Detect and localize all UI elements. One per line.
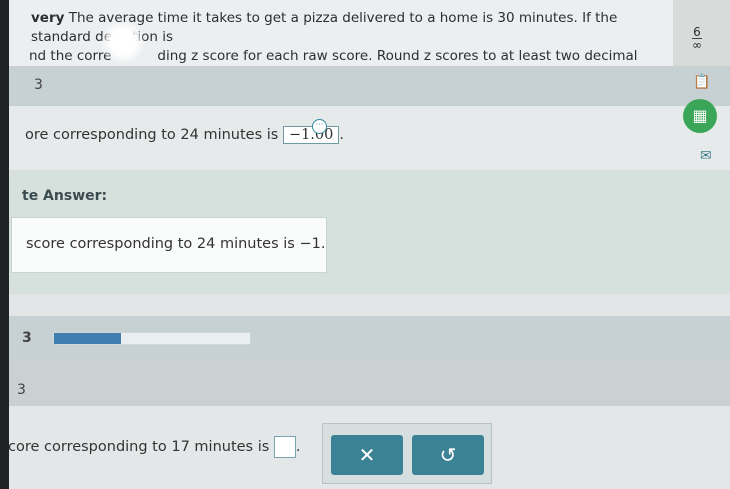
undo-button[interactable]: ↺	[412, 435, 484, 475]
complete-answer-title: te Answer:	[22, 188, 108, 204]
mail-icon[interactable]: ✉	[700, 148, 712, 164]
notes-icon[interactable]: 📋	[693, 74, 710, 90]
spacer-band	[9, 294, 730, 316]
part-a-period: .	[339, 127, 344, 143]
part-c-prefix: core corresponding to 17 minutes is	[8, 439, 270, 455]
part-a-prefix: ore corresponding to 24 minutes is	[25, 127, 279, 143]
question-lead: very	[31, 10, 65, 26]
clear-button[interactable]: ✕	[331, 435, 403, 475]
complete-answer-text: score corresponding to 24 minutes is −1.	[26, 236, 326, 252]
part-header-1	[9, 66, 730, 106]
progress-bar	[53, 332, 251, 345]
question-text-2a: nd the corre	[29, 48, 112, 64]
part-header-3	[9, 356, 730, 406]
screen-glare	[100, 22, 146, 62]
part-label-1: 3	[34, 77, 43, 93]
calculator-icon[interactable]: ▦	[683, 99, 717, 133]
complete-answer-box: score corresponding to 24 minutes is −1.	[11, 217, 327, 273]
part-c-sentence: core corresponding to 17 minutes is .	[8, 436, 301, 458]
sd-fraction: 6 ∞	[692, 26, 702, 51]
sd-denominator: ∞	[692, 38, 702, 52]
more-options-icon[interactable]: ···	[312, 119, 327, 134]
action-panel: ✕ ↺	[322, 423, 492, 484]
part-label-2: 3	[22, 330, 32, 346]
part-label-3: 3	[17, 382, 26, 398]
part-c-period: .	[295, 439, 301, 455]
part-c-answer-field[interactable]	[273, 436, 296, 458]
progress-fill	[54, 333, 121, 344]
part-a-sentence: ore corresponding to 24 minutes is −1.00…	[25, 126, 344, 144]
part-a-answer-field[interactable]: −1.00	[282, 126, 340, 144]
window-edge	[0, 0, 9, 489]
